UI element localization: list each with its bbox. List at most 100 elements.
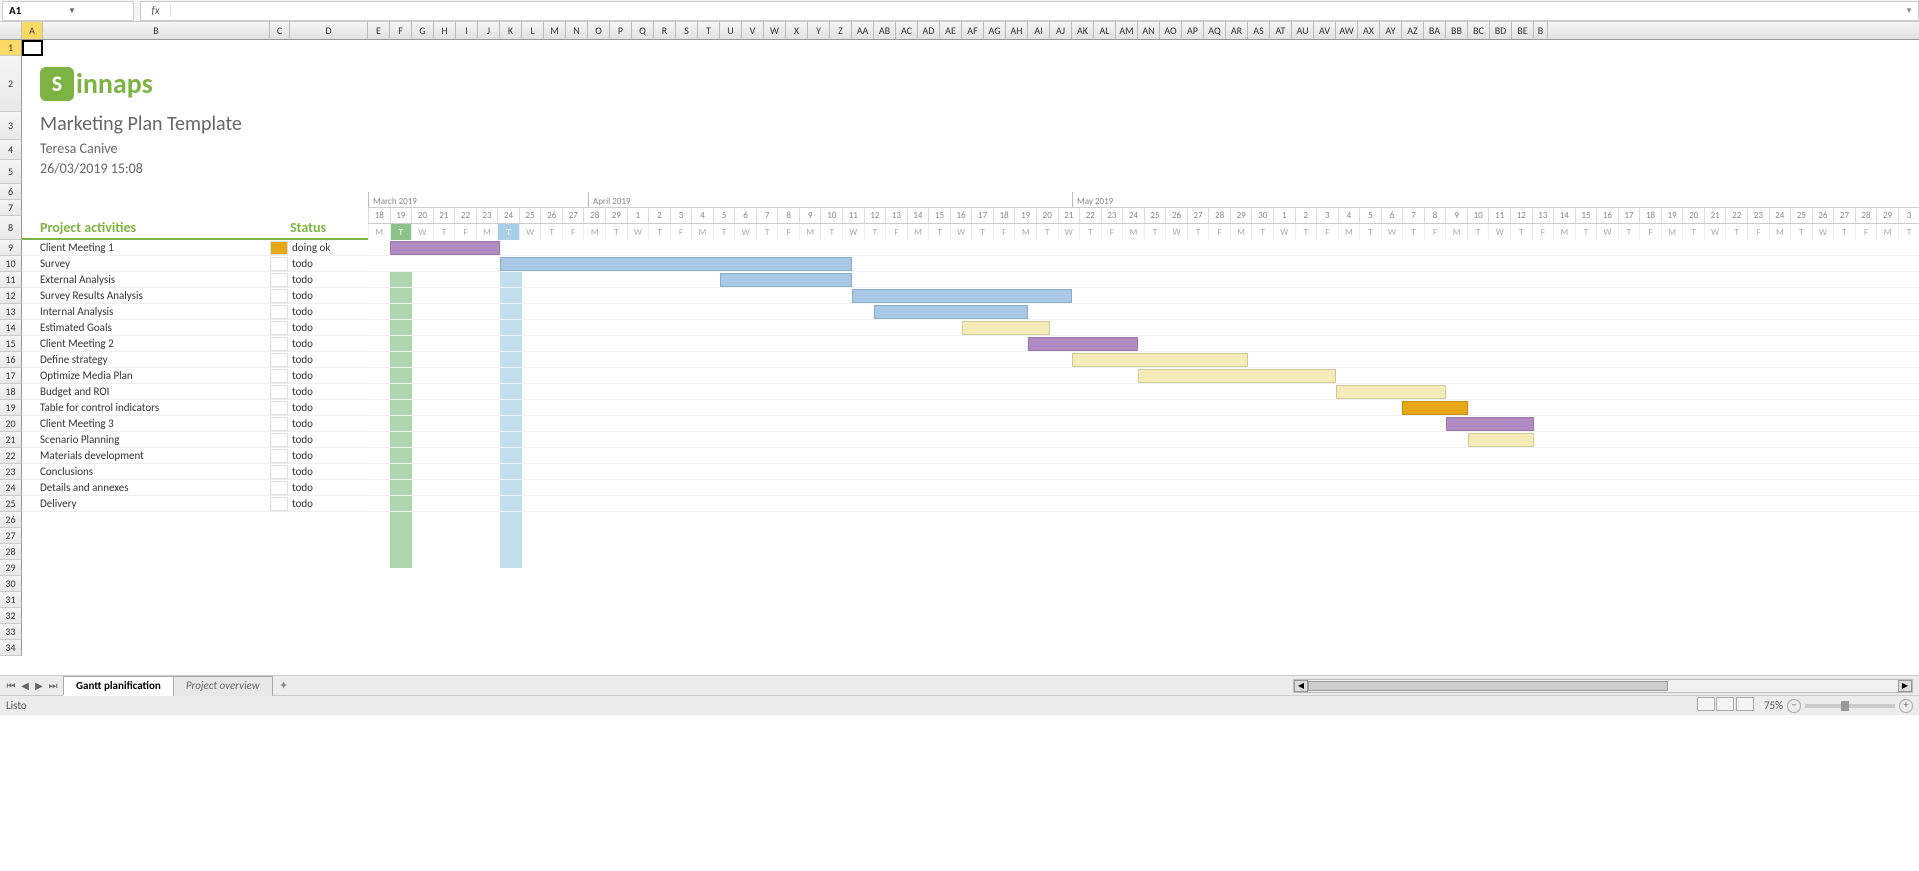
fx-icon[interactable]: fx <box>141 4 171 17</box>
row-header[interactable]: 23 <box>0 464 22 480</box>
column-header[interactable]: AR <box>1226 22 1248 39</box>
activity-row[interactable]: Surveytodo <box>22 256 368 272</box>
row-header[interactable]: 3 <box>0 112 22 140</box>
row-header[interactable]: 19 <box>0 400 22 416</box>
hscroll-right-icon[interactable]: ▶ <box>1898 680 1912 692</box>
activity-row[interactable]: Scenario Planningtodo <box>22 432 368 448</box>
column-header[interactable]: AD <box>918 22 940 39</box>
column-header[interactable]: M <box>544 22 566 39</box>
row-header[interactable]: 29 <box>0 560 22 576</box>
row-header[interactable]: 25 <box>0 496 22 512</box>
activity-row[interactable]: Deliverytodo <box>22 496 368 512</box>
column-header[interactable]: N <box>566 22 588 39</box>
column-header[interactable]: AG <box>984 22 1006 39</box>
column-header[interactable]: L <box>522 22 544 39</box>
name-box-dropdown-icon[interactable]: ▼ <box>68 6 127 16</box>
sheet-tab[interactable]: Project overview <box>173 676 273 696</box>
row-header[interactable]: 17 <box>0 368 22 384</box>
column-header[interactable]: A <box>22 22 43 39</box>
selected-cell-a1[interactable] <box>22 40 43 56</box>
gantt-bar[interactable] <box>390 241 500 255</box>
column-header[interactable]: AH <box>1006 22 1028 39</box>
row-header[interactable]: 18 <box>0 384 22 400</box>
row-header[interactable]: 22 <box>0 448 22 464</box>
activity-row[interactable]: External Analysistodo <box>22 272 368 288</box>
gantt-bar[interactable] <box>1138 369 1336 383</box>
name-box[interactable]: A1 ▼ <box>2 1 134 21</box>
column-header[interactable]: P <box>610 22 632 39</box>
row-header[interactable]: 27 <box>0 528 22 544</box>
gantt-bar[interactable] <box>1072 353 1248 367</box>
formula-expand-icon[interactable]: ▾ <box>1900 5 1918 16</box>
hscroll-thumb[interactable] <box>1308 681 1668 691</box>
row-header[interactable]: 8 <box>0 216 22 240</box>
view-normal-icon[interactable] <box>1697 697 1715 711</box>
tab-next-icon[interactable]: ▶ <box>32 679 46 692</box>
zoom-slider[interactable] <box>1805 704 1895 708</box>
column-header[interactable]: Q <box>632 22 654 39</box>
column-header[interactable]: AQ <box>1204 22 1226 39</box>
row-header[interactable]: 21 <box>0 432 22 448</box>
new-sheet-icon[interactable]: ✦ <box>273 679 295 692</box>
column-header[interactable]: AJ <box>1050 22 1072 39</box>
row-header[interactable]: 20 <box>0 416 22 432</box>
column-header[interactable]: AX <box>1358 22 1380 39</box>
column-header[interactable]: AL <box>1094 22 1116 39</box>
activity-row[interactable]: Conclusionstodo <box>22 464 368 480</box>
column-header[interactable]: K <box>500 22 522 39</box>
column-header[interactable]: BC <box>1468 22 1490 39</box>
column-header[interactable]: AS <box>1248 22 1270 39</box>
activity-row[interactable]: Survey Results Analysistodo <box>22 288 368 304</box>
column-header[interactable]: AU <box>1292 22 1314 39</box>
select-all-corner[interactable] <box>0 22 22 39</box>
gantt-bar[interactable] <box>874 305 1028 319</box>
column-header[interactable]: E <box>368 22 390 39</box>
activity-row[interactable]: Estimated Goalstodo <box>22 320 368 336</box>
row-header[interactable]: 12 <box>0 288 22 304</box>
row-header[interactable]: 1 <box>0 40 22 56</box>
zoom-out-icon[interactable]: − <box>1787 699 1801 713</box>
view-break-icon[interactable] <box>1736 697 1754 711</box>
column-header[interactable]: AY <box>1380 22 1402 39</box>
column-header[interactable]: AI <box>1028 22 1050 39</box>
activity-row[interactable]: Client Meeting 1doing ok <box>22 240 368 256</box>
row-header[interactable]: 10 <box>0 256 22 272</box>
row-header[interactable]: 30 <box>0 576 22 592</box>
column-header[interactable]: AT <box>1270 22 1292 39</box>
row-header[interactable]: 4 <box>0 140 22 160</box>
column-header[interactable]: AM <box>1116 22 1138 39</box>
column-header[interactable]: U <box>720 22 742 39</box>
column-header[interactable]: AC <box>896 22 918 39</box>
gantt-bar[interactable] <box>1028 337 1138 351</box>
row-header[interactable]: 26 <box>0 512 22 528</box>
column-header[interactable]: AB <box>874 22 896 39</box>
column-header[interactable]: G <box>412 22 434 39</box>
column-header[interactable]: R <box>654 22 676 39</box>
column-header[interactable]: AE <box>940 22 962 39</box>
column-header[interactable]: AZ <box>1402 22 1424 39</box>
row-header[interactable]: 9 <box>0 240 22 256</box>
zoom-thumb[interactable] <box>1841 701 1849 711</box>
column-header[interactable]: AK <box>1072 22 1094 39</box>
row-header[interactable]: 6 <box>0 184 22 200</box>
gantt-bar[interactable] <box>962 321 1050 335</box>
row-header[interactable]: 16 <box>0 352 22 368</box>
column-header[interactable]: BB <box>1446 22 1468 39</box>
row-header[interactable]: 34 <box>0 640 22 656</box>
gantt-bar[interactable] <box>1336 385 1446 399</box>
zoom-level[interactable]: 75% <box>1764 699 1783 712</box>
column-header[interactable]: J <box>478 22 500 39</box>
row-header[interactable]: 2 <box>0 56 22 112</box>
column-header[interactable]: Z <box>830 22 852 39</box>
zoom-in-icon[interactable]: + <box>1899 699 1913 713</box>
row-header[interactable]: 7 <box>0 200 22 216</box>
activity-row[interactable]: Client Meeting 2todo <box>22 336 368 352</box>
row-header[interactable]: 5 <box>0 160 22 184</box>
column-header[interactable]: F <box>390 22 412 39</box>
column-header[interactable]: S <box>676 22 698 39</box>
column-header[interactable]: V <box>742 22 764 39</box>
column-header[interactable]: D <box>290 22 368 39</box>
row-header[interactable]: 13 <box>0 304 22 320</box>
column-header[interactable]: I <box>456 22 478 39</box>
column-header[interactable]: AO <box>1160 22 1182 39</box>
